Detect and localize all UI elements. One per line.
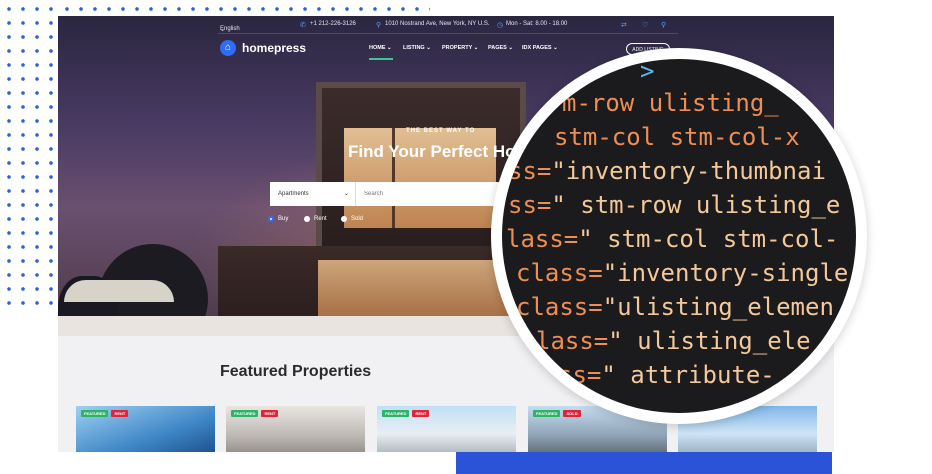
card-badges: FEATURED RENT	[231, 410, 279, 417]
property-card[interactable]: FEATURED RENT	[76, 406, 215, 452]
code-token: stm-col stm-col-x	[554, 123, 800, 151]
radio-unselected-icon	[304, 216, 310, 222]
nav-label: PROPERTY	[442, 45, 473, 51]
brand-name: homepress	[242, 41, 307, 55]
chevron-down-icon: ⌄	[220, 27, 226, 33]
status-badge: RENT	[412, 410, 430, 417]
nav-item-idx-pages[interactable]: IDX PAGES ⌄	[522, 45, 558, 51]
property-search-bar: Apartments ⌄	[270, 182, 520, 206]
code-token: class=	[516, 259, 603, 287]
nav-item-home[interactable]: HOME ⌄	[369, 45, 392, 51]
property-type-select[interactable]: Apartments ⌄	[270, 182, 356, 206]
radio-label: Rent	[314, 216, 327, 222]
radio-buy[interactable]: Buy	[268, 216, 288, 222]
hero-title: Find Your Perfect Ho	[348, 142, 516, 161]
status-badge: RENT	[261, 410, 279, 417]
featured-badge: FEATURED	[231, 410, 259, 417]
code-token: ss=	[508, 157, 552, 185]
clock-icon: ◷	[497, 22, 504, 29]
code-token: "inventory-thumbnai	[551, 157, 826, 185]
decorative-dot-grid-top	[58, 0, 430, 12]
code-line: ss=" stm-row ulisting_e	[508, 193, 840, 217]
chevron-down-icon: ⌄	[343, 191, 349, 197]
location-pin-icon: ⚲	[376, 22, 382, 29]
heart-icon[interactable]: ♡	[642, 21, 648, 29]
code-zoom-lens: > m-row ulisting_ stm-col stm-col-x ss="…	[502, 59, 856, 413]
nav-label: HOME	[369, 45, 386, 51]
radio-rent[interactable]: Rent	[304, 216, 327, 222]
featured-badge: FEATURED	[81, 410, 109, 417]
nav-active-underline	[369, 58, 393, 60]
nav-item-property[interactable]: PROPERTY ⌄	[442, 45, 478, 51]
code-token: lass=	[536, 327, 609, 355]
nav-item-pages[interactable]: PAGES ⌄	[488, 45, 513, 51]
radio-label: Buy	[278, 216, 289, 222]
code-token: "inventory-single	[602, 259, 849, 287]
user-icon[interactable]: ⚲	[661, 21, 666, 29]
code-token: lass=	[506, 225, 579, 253]
code-line: ss=" attribute-	[558, 363, 775, 387]
nav-label: LISTING	[403, 45, 425, 51]
code-line: class="ulisting_elemen	[516, 295, 834, 319]
card-badges: FEATURED RENT	[81, 410, 129, 417]
hours-text: Mon - Sat: 8.00 - 18.00	[506, 21, 568, 27]
radio-unselected-icon	[341, 216, 347, 222]
topbar-divider	[218, 33, 678, 34]
code-line: m-row ulisting_	[562, 91, 779, 115]
code-line: >	[640, 59, 654, 83]
house-logo-icon: ⌂	[220, 40, 236, 56]
code-token: "ulisting_elemen	[602, 293, 834, 321]
card-badges: FEATURED RENT	[382, 410, 430, 417]
phone-icon: ✆	[300, 22, 306, 29]
code-token: " stm-col stm-col-	[578, 225, 839, 253]
nav-item-listing[interactable]: LISTING ⌄	[403, 45, 431, 51]
hero-kicker: THE BEST WAY TO	[406, 128, 476, 134]
property-card[interactable]: FEATURED RENT	[226, 406, 365, 452]
code-line: stm-col stm-col-x	[554, 125, 800, 149]
code-line: ss="inventory-thumbnai	[508, 159, 826, 183]
code-token: " ulisting_ele	[608, 327, 811, 355]
featured-badge: FEATURED	[382, 410, 410, 417]
compare-icon[interactable]: ⇄	[621, 21, 627, 29]
radio-label: Sold	[351, 216, 364, 222]
property-card[interactable]: FEATURED RENT	[377, 406, 516, 452]
code-line: lass=" stm-col stm-col-	[506, 227, 838, 251]
site-logo[interactable]: ⌂ homepress	[220, 40, 306, 56]
featured-badge: FEATURED	[533, 410, 561, 417]
code-line: class="inventory-single	[516, 261, 848, 285]
status-badge: RENT	[111, 410, 129, 417]
featured-properties-heading: Featured Properties	[220, 363, 372, 380]
top-info-bar: English ⌄ ✆ +1 212-226-3126 ⚲ 1010 Nostr…	[58, 16, 834, 34]
code-line: lass=" ulisting_ele	[536, 329, 811, 353]
card-badges: FEATURED SOLD	[533, 410, 581, 417]
status-badge: SOLD	[563, 410, 581, 417]
phone-number[interactable]: +1 212-226-3126	[310, 21, 356, 27]
radio-sold[interactable]: Sold	[341, 216, 363, 222]
code-token: " attribute-	[601, 361, 775, 389]
code-token: ss=	[508, 191, 552, 219]
code-token: " stm-row ulisting_e	[551, 191, 841, 219]
address-text: 1010 Nostrand Ave, New York, NY U.S.	[385, 21, 490, 27]
radio-selected-icon	[268, 216, 274, 222]
decorative-dot-grid-left	[0, 0, 58, 305]
hero-umbrella	[64, 280, 174, 302]
code-token: class=	[516, 293, 603, 321]
code-token: ss=	[558, 361, 602, 389]
nav-label: IDX PAGES	[522, 45, 552, 51]
code-token: >	[640, 59, 655, 85]
code-token: m-row ulisting_	[562, 89, 779, 117]
property-type-value: Apartments	[278, 191, 309, 197]
decorative-blue-bar	[456, 452, 832, 474]
nav-label: PAGES	[488, 45, 507, 51]
